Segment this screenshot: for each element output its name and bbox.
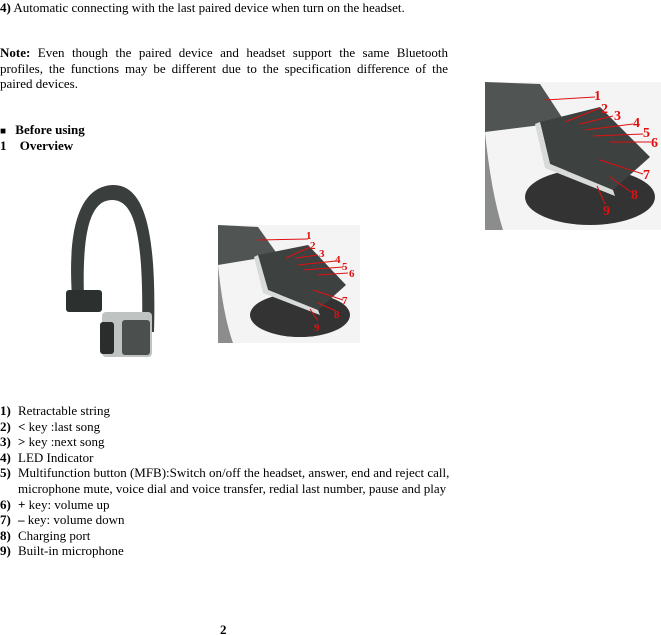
callout-9: 9 xyxy=(314,322,320,334)
item-number: 6) xyxy=(0,496,11,512)
callout-1: 1 xyxy=(594,89,601,104)
controls-closeup-photo-large: 1 2 3 4 5 6 7 8 9 xyxy=(485,82,661,230)
subsection-text: Overview xyxy=(19,138,74,153)
list-item: 9) Built-in microphone xyxy=(0,543,450,559)
controls-closeup-photo: 1 2 3 4 5 6 7 8 9 xyxy=(218,225,360,343)
document-page: 4) Automatic connecting with the last pa… xyxy=(0,0,661,635)
list-item: 4) LED Indicator xyxy=(0,450,450,466)
item-number: 7) xyxy=(0,512,11,528)
page-number: 2 xyxy=(220,622,227,635)
callout-7: 7 xyxy=(342,295,348,307)
item-text: Built-in microphone xyxy=(18,543,124,559)
item-text: Charging port xyxy=(18,527,91,543)
list-item: 5) Multifunction button (MFB):Switch on/o… xyxy=(0,465,450,496)
subsection-heading: 1 Overview xyxy=(0,138,73,154)
subsection-number: 1 xyxy=(0,138,7,153)
item-number: 2) xyxy=(0,418,11,434)
callout-4: 4 xyxy=(335,254,341,266)
item-text: Multifunction button (MFB):Switch on/off… xyxy=(18,465,450,496)
note-text: Even though the paired device and headse… xyxy=(0,45,448,91)
callout-8: 8 xyxy=(631,188,638,203)
item-number: 4) xyxy=(0,449,11,465)
callout-9: 9 xyxy=(603,204,610,219)
callout-5: 5 xyxy=(342,261,348,273)
list-item: 7) – key: volume down xyxy=(0,512,450,528)
callout-5: 5 xyxy=(643,126,650,141)
callout-2: 2 xyxy=(310,240,316,252)
callout-6: 6 xyxy=(349,268,355,280)
list-item: 1) Retractable string xyxy=(0,403,450,419)
item-text: key :next song xyxy=(28,434,105,450)
headset-photo xyxy=(66,184,155,357)
key-symbol: > xyxy=(18,434,26,450)
item-text: Automatic connecting with the last paire… xyxy=(13,0,405,15)
intro-item-4: 4) Automatic connecting with the last pa… xyxy=(0,0,448,16)
item-number: 4) xyxy=(0,0,11,15)
item-text: LED Indicator xyxy=(18,449,94,465)
callout-8: 8 xyxy=(334,309,340,321)
callout-2: 2 xyxy=(601,102,608,117)
note-label: Note: xyxy=(0,45,31,60)
item-number: 5) xyxy=(0,465,11,481)
list-item: 8) Charging port xyxy=(0,528,450,544)
key-symbol: + xyxy=(18,496,26,512)
callout-3: 3 xyxy=(614,109,621,124)
item-text: key :last song xyxy=(28,418,101,434)
bullet-icon: ■ xyxy=(0,126,7,137)
callout-6: 6 xyxy=(651,136,658,151)
list-item: 2) < key :last song xyxy=(0,419,450,435)
list-item: 6) + key: volume up xyxy=(0,497,450,513)
item-number: 1) xyxy=(0,403,11,418)
callout-4: 4 xyxy=(633,116,640,131)
heading-text: Before using xyxy=(15,122,85,137)
key-symbol: – xyxy=(18,512,25,528)
item-text: key: volume up xyxy=(28,496,110,512)
item-number: 3) xyxy=(0,434,11,450)
item-text: Retractable string xyxy=(18,403,111,418)
key-symbol: < xyxy=(18,418,26,434)
item-number: 9) xyxy=(0,543,11,559)
parts-list: 1) Retractable string 2) < key :last song … xyxy=(0,403,450,559)
callout-7: 7 xyxy=(643,168,650,183)
list-item: 3) > key :next song xyxy=(0,434,450,450)
callout-3: 3 xyxy=(319,248,325,260)
item-number: 8) xyxy=(0,527,11,543)
note-paragraph: Note: Even though the paired device and … xyxy=(0,45,448,92)
item-text: key: volume down xyxy=(27,512,125,528)
section-heading: ■ Before using xyxy=(0,122,85,138)
